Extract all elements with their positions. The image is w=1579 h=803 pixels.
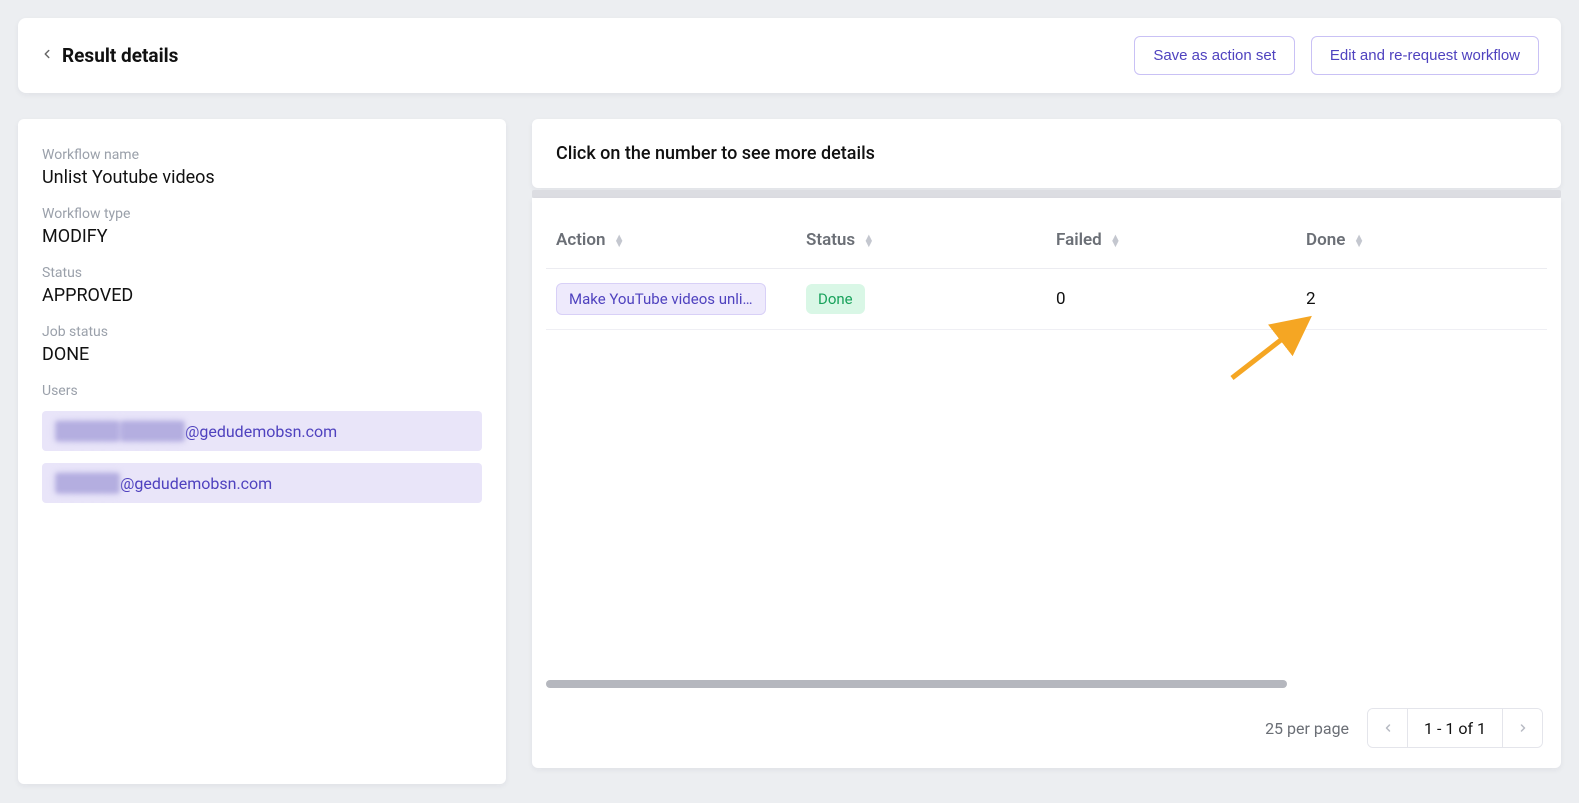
col-header-label: Done [1306,230,1345,250]
horizontal-scrollbar[interactable] [546,680,1287,688]
next-page-button[interactable] [1502,709,1542,747]
results-table-card: Action ▲▼ Status ▲▼ Failed ▲▼ [532,198,1561,768]
col-header-label: Action [556,230,605,250]
action-chip[interactable]: Make YouTube videos unli… [556,283,766,315]
users-label: Users [42,379,482,399]
failed-count[interactable]: 0 [1056,289,1066,309]
col-header-failed[interactable]: Failed ▲▼ [1046,208,1296,269]
workflow-type-label: Workflow type [42,202,482,222]
page-title: Result details [62,44,178,67]
col-header-done[interactable]: Done ▲▼ [1296,208,1547,269]
done-count[interactable]: 2 [1306,289,1316,309]
user-obscured: ██████ ██████ [56,421,183,441]
edit-rerequest-workflow-button[interactable]: Edit and re-request workflow [1311,36,1539,75]
status-chip: Done [806,284,865,314]
user-domain: @gedudemobsn.com [120,474,272,493]
pagination: 25 per page 1 - 1 of 1 [546,688,1547,748]
details-panel: Workflow name Unlist Youtube videos Work… [18,119,506,784]
results-table: Action ▲▼ Status ▲▼ Failed ▲▼ [546,208,1547,330]
divider [532,190,1561,198]
sort-icon: ▲▼ [1110,235,1121,247]
user-domain: @gedudemobsn.com [185,422,337,441]
sort-icon: ▲▼ [863,235,874,247]
results-hint: Click on the number to see more details [532,119,1561,188]
user-obscured: ██████ [56,473,118,493]
status-label: Status [42,261,482,281]
col-header-label: Failed [1056,230,1102,250]
sort-icon: ▲▼ [1354,235,1365,247]
workflow-name-value: Unlist Youtube videos [42,163,482,202]
sort-icon: ▲▼ [614,235,625,247]
user-chip: ██████ @gedudemobsn.com [42,463,482,503]
back-chevron-icon[interactable] [40,46,54,65]
col-header-label: Status [806,230,855,250]
user-chip: ██████ ██████ @gedudemobsn.com [42,411,482,451]
table-row: Make YouTube videos unli… Done 0 2 [546,269,1547,330]
per-page-label[interactable]: 25 per page [1265,719,1349,738]
workflow-name-label: Workflow name [42,143,482,163]
page-range: 1 - 1 of 1 [1408,709,1502,747]
save-as-action-set-button[interactable]: Save as action set [1134,36,1295,75]
page-header: Result details Save as action set Edit a… [18,18,1561,93]
workflow-type-value: MODIFY [42,222,482,261]
status-value: APPROVED [42,281,482,320]
col-header-action[interactable]: Action ▲▼ [546,208,796,269]
job-status-label: Job status [42,320,482,340]
col-header-status[interactable]: Status ▲▼ [796,208,1046,269]
prev-page-button[interactable] [1368,709,1408,747]
job-status-value: DONE [42,340,482,379]
